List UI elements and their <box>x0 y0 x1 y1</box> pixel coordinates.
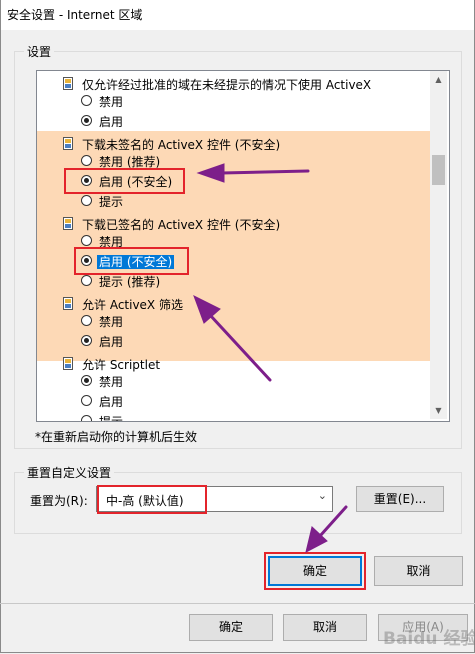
annotation-arrows <box>193 163 348 553</box>
